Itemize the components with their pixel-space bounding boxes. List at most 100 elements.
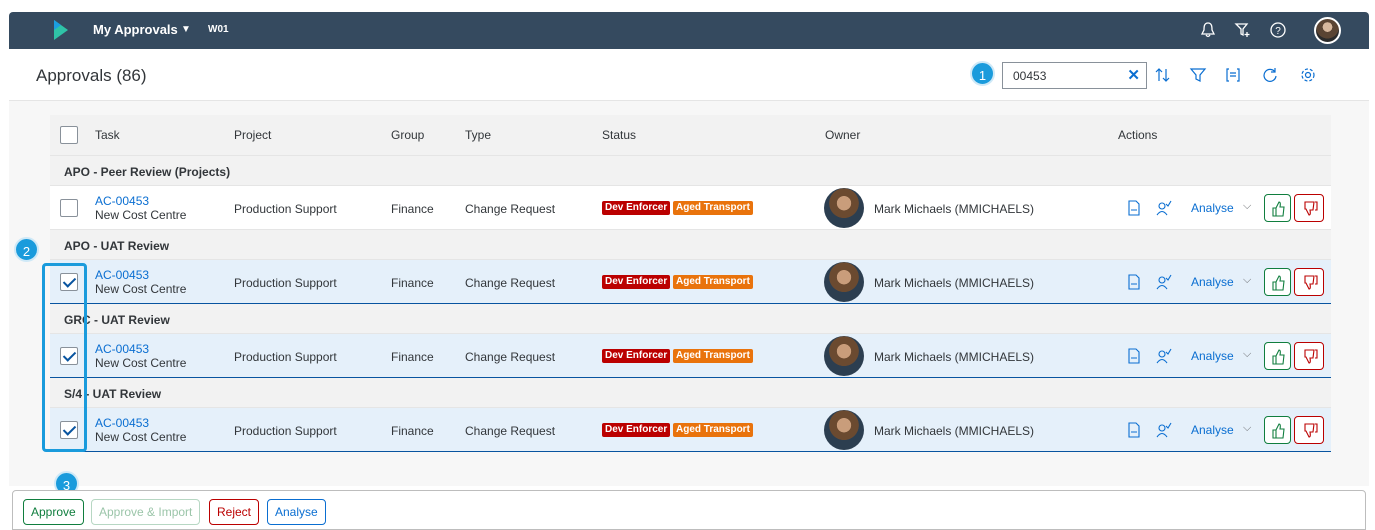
owner-avatar	[824, 188, 864, 228]
chevron-down-icon[interactable]: ⌵	[1243, 200, 1251, 213]
col-type[interactable]: Type	[465, 128, 491, 142]
task-description: New Cost Centre	[95, 208, 187, 222]
task-description: New Cost Centre	[95, 356, 187, 370]
reject-row-button[interactable]	[1294, 194, 1324, 222]
analyse-select[interactable]: Analyse	[1191, 201, 1234, 215]
document-icon[interactable]	[1126, 200, 1142, 216]
user-avatar[interactable]	[1314, 17, 1341, 44]
group-cell: Finance	[391, 350, 434, 364]
table-row[interactable]: AC-00453 New Cost Centre Production Supp…	[50, 334, 1331, 378]
group-header[interactable]: APO - UAT Review	[50, 230, 1331, 260]
approve-row-button[interactable]	[1264, 268, 1291, 296]
document-icon[interactable]	[1126, 274, 1142, 290]
chevron-down-icon[interactable]: ⌵	[1243, 348, 1251, 361]
type-cell: Change Request	[465, 202, 556, 216]
group-icon[interactable]	[1224, 66, 1242, 84]
assign-user-icon[interactable]	[1156, 274, 1172, 290]
task-id-link[interactable]: AC-00453	[95, 416, 149, 430]
footer-toolbar: Approve Approve & Import Reject Analyse	[12, 490, 1366, 530]
row-checkbox[interactable]	[60, 199, 78, 217]
sort-icon[interactable]	[1154, 66, 1172, 84]
bell-icon[interactable]	[1199, 21, 1217, 39]
col-project[interactable]: Project	[234, 128, 271, 142]
task-id-link[interactable]: AC-00453	[95, 268, 149, 282]
table-header: Task Project Group Type Status Owner Act…	[50, 115, 1331, 156]
approve-row-button[interactable]	[1264, 194, 1291, 222]
table-row[interactable]: AC-00453 New Cost Centre Production Supp…	[50, 186, 1331, 230]
filter-icon[interactable]	[1189, 66, 1207, 84]
assign-user-icon[interactable]	[1156, 200, 1172, 216]
svg-text:?: ?	[1275, 26, 1281, 37]
settings-icon[interactable]	[1299, 66, 1317, 84]
analyse-button[interactable]: Analyse	[267, 499, 326, 525]
content-area: Task Project Group Type Status Owner Act…	[9, 101, 1369, 486]
col-owner[interactable]: Owner	[825, 128, 860, 142]
selection-highlight	[42, 263, 87, 452]
approvals-table: Task Project Group Type Status Owner Act…	[50, 115, 1331, 452]
table-row[interactable]: AC-00453 New Cost Centre Production Supp…	[50, 260, 1331, 304]
assign-user-icon[interactable]	[1156, 422, 1172, 438]
analyse-select[interactable]: Analyse	[1191, 275, 1234, 289]
analyse-select[interactable]: Analyse	[1191, 423, 1234, 437]
marker-1: 1	[970, 61, 995, 86]
document-icon[interactable]	[1126, 348, 1142, 364]
thumbs-up-icon	[1272, 275, 1285, 291]
status-badge: Aged Transport	[673, 423, 753, 437]
group-header[interactable]: S/4 - UAT Review	[50, 378, 1331, 408]
status-badge: Dev Enforcer	[602, 423, 671, 437]
type-cell: Change Request	[465, 276, 556, 290]
thumbs-down-icon	[1304, 275, 1318, 290]
search-value: 00453	[1013, 69, 1047, 83]
chevron-down-icon[interactable]: ⌵	[1243, 422, 1251, 435]
marker-2: 2	[14, 237, 39, 262]
analyse-select[interactable]: Analyse	[1191, 349, 1234, 363]
approve-row-button[interactable]	[1264, 342, 1291, 370]
task-description: New Cost Centre	[95, 430, 187, 444]
project-cell: Production Support	[234, 350, 337, 364]
thumbs-up-icon	[1272, 423, 1285, 439]
select-all-checkbox[interactable]	[60, 126, 78, 144]
status-badge: Dev Enforcer	[602, 275, 671, 289]
thumbs-down-icon	[1304, 201, 1318, 216]
group-header[interactable]: GRC - UAT Review	[50, 304, 1331, 334]
col-task[interactable]: Task	[95, 128, 120, 142]
reject-button[interactable]: Reject	[209, 499, 260, 525]
col-group[interactable]: Group	[391, 128, 424, 142]
group-cell: Finance	[391, 202, 434, 216]
col-status[interactable]: Status	[602, 128, 636, 142]
app-title[interactable]: My Approvals	[93, 22, 178, 37]
owner-name: Mark Michaels (MMICHAELS)	[874, 350, 1035, 364]
reject-row-button[interactable]	[1294, 416, 1324, 444]
owner-avatar	[824, 262, 864, 302]
owner-avatar	[824, 336, 864, 376]
owner-name: Mark Michaels (MMICHAELS)	[874, 424, 1035, 438]
app-menu-caret-icon[interactable]: ▼	[181, 24, 191, 35]
project-cell: Production Support	[234, 276, 337, 290]
document-icon[interactable]	[1126, 422, 1142, 438]
filter-plus-icon[interactable]	[1234, 21, 1252, 39]
reject-row-button[interactable]	[1294, 268, 1324, 296]
chevron-down-icon[interactable]: ⌵	[1243, 274, 1251, 287]
task-id-link[interactable]: AC-00453	[95, 342, 149, 356]
group-cell: Finance	[391, 276, 434, 290]
app-logo-icon[interactable]	[54, 20, 68, 40]
help-icon[interactable]: ?	[1269, 21, 1287, 39]
project-cell: Production Support	[234, 202, 337, 216]
thumbs-up-icon	[1272, 349, 1285, 365]
approve-row-button[interactable]	[1264, 416, 1291, 444]
approve-import-button[interactable]: Approve & Import	[91, 499, 201, 525]
approve-button[interactable]: Approve	[23, 499, 84, 525]
assign-user-icon[interactable]	[1156, 348, 1172, 364]
status-badge: Dev Enforcer	[602, 201, 671, 215]
status-badge: Aged Transport	[673, 275, 753, 289]
reject-row-button[interactable]	[1294, 342, 1324, 370]
task-description: New Cost Centre	[95, 282, 187, 296]
status-badge: Dev Enforcer	[602, 349, 671, 363]
task-id-link[interactable]: AC-00453	[95, 194, 149, 208]
clear-search-icon[interactable]: ✕	[1127, 66, 1140, 84]
table-row[interactable]: AC-00453 New Cost Centre Production Supp…	[50, 408, 1331, 452]
refresh-icon[interactable]	[1261, 66, 1279, 84]
group-header[interactable]: APO - Peer Review (Projects)	[50, 156, 1331, 186]
thumbs-down-icon	[1304, 349, 1318, 364]
search-input[interactable]: 00453 ✕	[1002, 62, 1147, 89]
